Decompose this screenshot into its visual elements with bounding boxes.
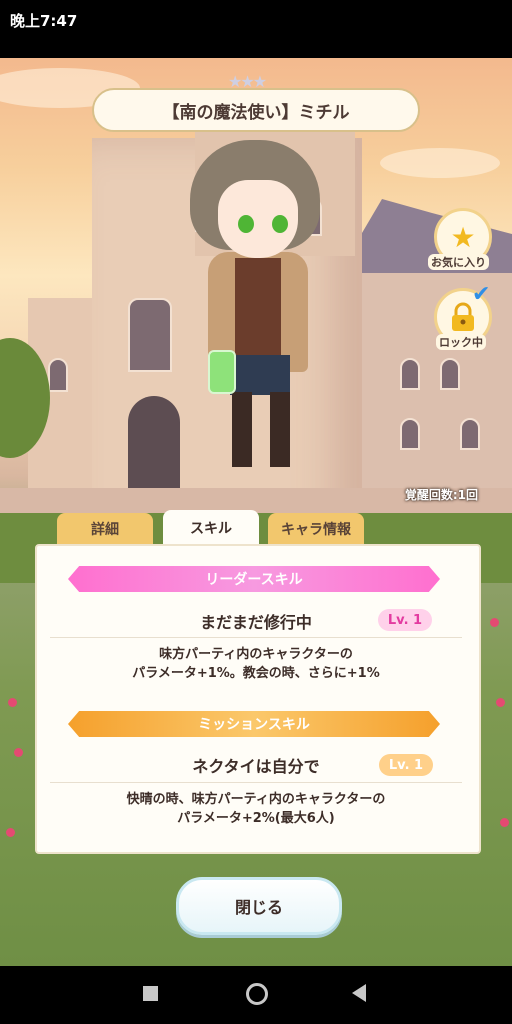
close-button[interactable]: 閉じる bbox=[176, 877, 342, 935]
castle-window bbox=[48, 358, 68, 392]
tab-details[interactable]: 詳細 bbox=[57, 513, 153, 545]
leader-skill-header: リーダースキル bbox=[68, 566, 440, 592]
leader-skill-desc-1: 味方パーティ内のキャラクターの bbox=[159, 647, 353, 662]
character-eye bbox=[272, 215, 288, 233]
mission-skill-desc-1: 快晴の時、味方パーティ内のキャラクターの bbox=[126, 792, 386, 807]
castle-window bbox=[440, 358, 460, 390]
mission-skill-header: ミッションスキル bbox=[68, 711, 440, 737]
back-icon[interactable] bbox=[352, 984, 366, 1002]
character-leg bbox=[270, 392, 290, 467]
flower bbox=[6, 828, 15, 837]
character-shorts bbox=[230, 355, 290, 395]
favorite-label: お気に入り bbox=[428, 254, 489, 270]
recents-icon[interactable] bbox=[143, 986, 158, 1001]
leader-skill-desc-2: パラメータ+1%。教会の時、さらに+1% bbox=[132, 666, 380, 681]
tab-skill[interactable]: スキル bbox=[163, 510, 259, 545]
lock-label: ロック中 bbox=[436, 334, 486, 350]
mission-skill-level: Lv. 1 bbox=[379, 754, 433, 776]
bottle bbox=[208, 350, 236, 394]
flower bbox=[14, 748, 23, 757]
character-sprite bbox=[190, 140, 330, 480]
awaken-count: 覚醒回数:1回 bbox=[404, 488, 478, 502]
checkmark-icon: ✔ bbox=[472, 282, 491, 307]
castle-window bbox=[400, 358, 420, 390]
flower bbox=[490, 618, 499, 627]
flower bbox=[8, 698, 17, 707]
character-leg bbox=[232, 392, 252, 467]
home-icon[interactable] bbox=[246, 983, 268, 1005]
tab-chara-info[interactable]: キャラ情報 bbox=[268, 513, 364, 545]
leader-skill-level: Lv. 1 bbox=[378, 609, 432, 631]
character-title: 【南の魔法使い】ミチル bbox=[92, 88, 420, 132]
flower bbox=[500, 818, 509, 827]
flower bbox=[496, 698, 505, 707]
castle-window bbox=[128, 298, 172, 372]
close-button-label: 閉じる bbox=[234, 898, 283, 917]
divider bbox=[50, 637, 462, 638]
clock: 晚上7:47 bbox=[10, 12, 78, 30]
divider bbox=[50, 782, 462, 783]
leader-skill-name: まだまだ修行中 bbox=[200, 613, 312, 632]
cloud bbox=[380, 148, 500, 178]
star-icon: ★ bbox=[450, 220, 476, 254]
mission-skill-desc-2: パラメータ+2%(最大6人) bbox=[177, 811, 335, 826]
character-name: 【南の魔法使い】ミチル bbox=[162, 102, 350, 123]
character-eye bbox=[238, 215, 254, 233]
mission-skill-name: ネクタイは自分で bbox=[192, 757, 320, 776]
status-bar: 晚上7:47 bbox=[0, 0, 512, 58]
character-vest bbox=[235, 258, 281, 358]
castle-window bbox=[460, 418, 480, 450]
castle-window bbox=[400, 418, 420, 450]
